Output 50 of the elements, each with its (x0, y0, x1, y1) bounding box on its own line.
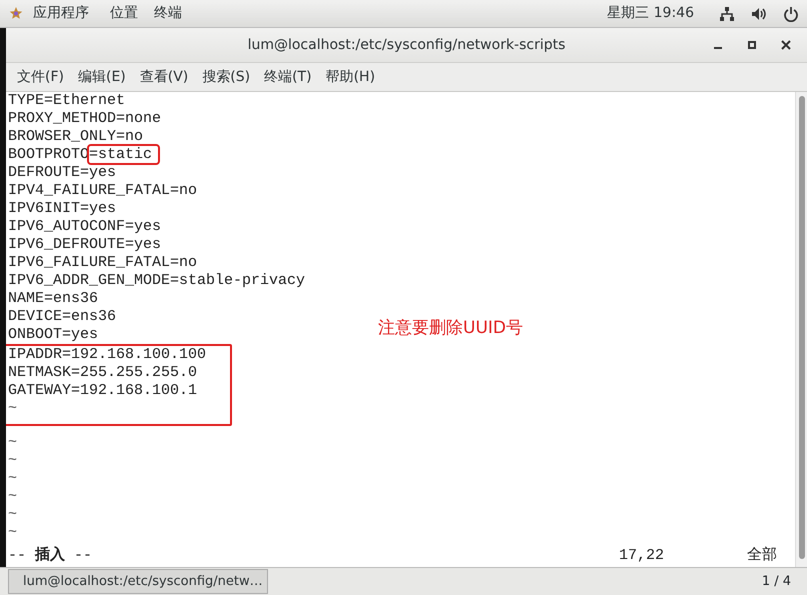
empty-line-marker: ~ (7, 400, 18, 418)
code-line: IPADDR=192.168.100.100 (7, 346, 208, 364)
code-line: BROWSER_ONLY=no (8, 128, 144, 145)
volume-icon[interactable] (751, 6, 767, 22)
scrollbar[interactable] (795, 92, 807, 567)
code-line: GATEWAY=192.168.100.1 (7, 382, 198, 400)
code-line: IPV4_FAILURE_FATAL=no (8, 182, 198, 199)
workspace-indicator[interactable]: 1 / 4 (762, 572, 791, 592)
cursor-position: 17,22 (618, 546, 664, 566)
network-icon[interactable] (719, 6, 735, 22)
top-menu[interactable]: 终端 (146, 3, 190, 24)
code-line: IPV6INIT=yes (8, 200, 116, 217)
menu-item[interactable]: 帮助(H) (318, 64, 382, 90)
apps-menu[interactable]: 应用程序 (0, 3, 102, 24)
empty-line-marker: ~ (8, 470, 18, 487)
empty-line-marker: ~ (8, 452, 18, 469)
code-line: DEVICE=ens36 (8, 308, 116, 325)
code-line: IPV6_DEFROUTE=yes (8, 236, 162, 253)
empty-line-marker: ~ (8, 506, 18, 523)
maximize-icon (747, 40, 757, 50)
menu-item[interactable]: 搜索(S) (195, 64, 258, 90)
close-icon (781, 40, 791, 50)
code-line: IPV6_ADDR_GEN_MODE=stable-privacy (8, 272, 306, 289)
code-line: TYPE=Ethernet (8, 92, 126, 109)
taskbar-button[interactable]: lum@localhost:/etc/sysconfig/netw… (8, 569, 268, 594)
code-line: NAME=ens36 (8, 290, 98, 307)
empty-line-marker: ~ (8, 524, 18, 541)
clock[interactable]: 星期三 19:46 (598, 3, 703, 24)
code-line: ONBOOT=yes (8, 326, 98, 343)
code-line: IPV6_FAILURE_FATAL=no (8, 254, 198, 271)
menu-item[interactable]: 查看(V) (132, 64, 196, 90)
scroll-scope: 全部 (747, 546, 777, 566)
menu-item[interactable]: 终端(T) (257, 64, 319, 90)
highlighted-value: =static (89, 146, 158, 163)
annotation-note: 注意要删除UUID号 (378, 317, 523, 340)
code-line: IPV6_AUTOCONF=yes (8, 218, 162, 235)
menu-item[interactable]: 文件(F) (10, 64, 71, 90)
minimize-icon (714, 47, 722, 49)
apps-icon (8, 6, 24, 22)
code-line: NETMASK=255.255.255.0 (7, 364, 198, 382)
code-line: PROXY_METHOD=none (8, 110, 162, 127)
menu-item[interactable]: 编辑(E) (70, 64, 133, 90)
empty-line-marker: ~ (8, 434, 18, 451)
mode-indicator: -- 插入 -- (8, 545, 92, 566)
code-line: DEFROUTE=yes (8, 164, 116, 181)
power-icon[interactable] (783, 6, 799, 22)
code-line: BOOTPROTO (8, 146, 90, 163)
top-menu[interactable]: 位置 (102, 3, 146, 24)
empty-line-marker: ~ (8, 488, 18, 505)
window-title: lum@localhost:/etc/sysconfig/network-scripts (248, 36, 566, 54)
